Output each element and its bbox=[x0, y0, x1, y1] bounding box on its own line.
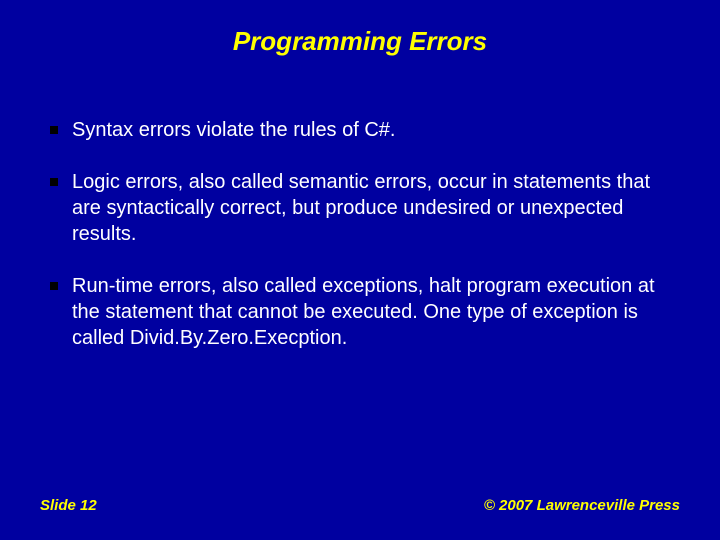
bullet-item: Run-time errors, also called exceptions,… bbox=[48, 273, 680, 351]
bullet-item: Logic errors, also called semantic error… bbox=[48, 169, 680, 247]
bullet-list: Syntax errors violate the rules of C#. L… bbox=[40, 117, 680, 351]
copyright: © 2007 Lawrenceville Press bbox=[484, 497, 680, 514]
bullet-item: Syntax errors violate the rules of C#. bbox=[48, 117, 680, 143]
slide: Programming Errors Syntax errors violate… bbox=[0, 0, 720, 540]
slide-footer: Slide 12 © 2007 Lawrenceville Press bbox=[40, 497, 680, 514]
slide-title: Programming Errors bbox=[40, 26, 680, 57]
slide-number: Slide 12 bbox=[40, 497, 97, 514]
